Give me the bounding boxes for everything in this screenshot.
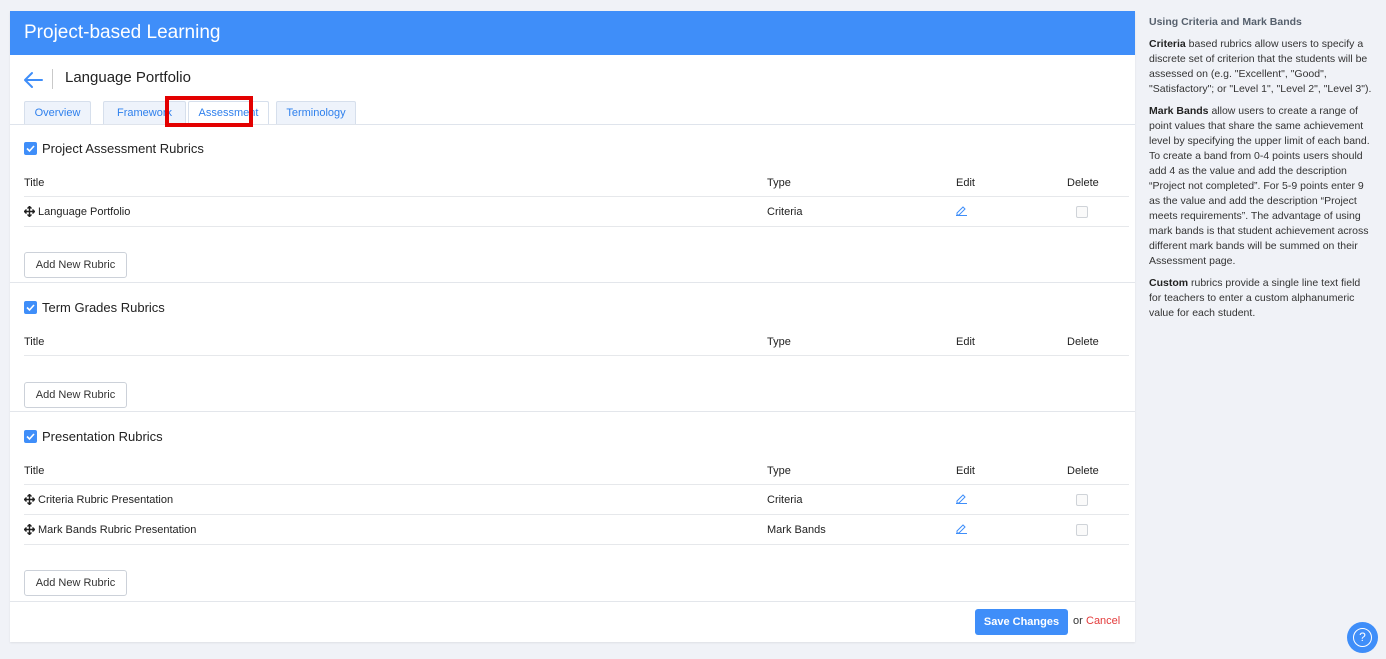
section-checkbox[interactable] xyxy=(24,301,37,314)
section-checkbox[interactable] xyxy=(24,142,37,155)
drag-handle-icon[interactable] xyxy=(24,494,35,505)
table-row: Criteria Rubric Presentation Criteria xyxy=(24,485,1129,515)
table-header: Title Type Edit Delete xyxy=(24,167,1129,197)
tab-framework[interactable]: Framework xyxy=(103,101,186,125)
table-header: Title Type Edit Delete xyxy=(24,326,1129,356)
rubric-type: Criteria xyxy=(767,494,803,506)
section-presentation: Presentation Rubrics Title Type Edit Del… xyxy=(10,413,1135,601)
delete-checkbox[interactable] xyxy=(1076,524,1088,536)
help-sidebar: Using Criteria and Mark Bands Criteria b… xyxy=(1149,15,1374,328)
add-new-rubric-button[interactable]: Add New Rubric xyxy=(24,570,127,596)
pencil-icon[interactable] xyxy=(956,493,967,504)
column-delete: Delete xyxy=(1067,465,1099,477)
rubric-type: Criteria xyxy=(767,206,803,218)
back-arrow-icon[interactable] xyxy=(23,71,43,89)
column-edit: Edit xyxy=(956,336,975,348)
delete-checkbox[interactable] xyxy=(1076,494,1088,506)
title-divider xyxy=(52,69,53,89)
app-header: Project-based Learning xyxy=(10,11,1135,55)
tab-assessment[interactable]: Assessment xyxy=(188,101,269,125)
help-heading: Using Criteria and Mark Bands xyxy=(1149,16,1302,28)
drag-handle-icon[interactable] xyxy=(24,206,35,217)
pencil-icon[interactable] xyxy=(956,205,967,216)
column-title: Title xyxy=(24,465,45,477)
rubric-title: Language Portfolio xyxy=(38,206,131,218)
add-new-rubric-button[interactable]: Add New Rubric xyxy=(24,382,127,408)
title-bar: Language Portfolio xyxy=(10,66,1135,94)
cancel-link[interactable]: Cancel xyxy=(1086,615,1120,627)
column-edit: Edit xyxy=(956,177,975,189)
rubric-title: Mark Bands Rubric Presentation xyxy=(38,524,197,536)
section-label: Project Assessment Rubrics xyxy=(42,141,204,156)
help-mark-bands: Mark Bands allow users to create a range… xyxy=(1149,104,1374,269)
table-header: Title Type Edit Delete xyxy=(24,455,1129,485)
help-criteria: Criteria based rubrics allow users to sp… xyxy=(1149,37,1374,97)
delete-checkbox[interactable] xyxy=(1076,206,1088,218)
column-type: Type xyxy=(767,465,791,477)
column-delete: Delete xyxy=(1067,177,1099,189)
column-type: Type xyxy=(767,177,791,189)
drag-handle-icon[interactable] xyxy=(24,524,35,535)
rubric-title: Criteria Rubric Presentation xyxy=(38,494,174,506)
section-project-assessment: Project Assessment Rubrics Title Type Ed… xyxy=(10,125,1135,283)
pencil-icon[interactable] xyxy=(956,523,967,534)
column-type: Type xyxy=(767,336,791,348)
add-new-rubric-button[interactable]: Add New Rubric xyxy=(24,252,127,278)
column-title: Title xyxy=(24,177,45,189)
section-checkbox[interactable] xyxy=(24,430,37,443)
column-delete: Delete xyxy=(1067,336,1099,348)
tab-terminology[interactable]: Terminology xyxy=(276,101,356,125)
question-mark-icon: ? xyxy=(1353,628,1372,647)
section-label: Term Grades Rubrics xyxy=(42,300,165,315)
page-title: Language Portfolio xyxy=(65,69,191,86)
mark-bands-text: allow users to create a range of point v… xyxy=(1149,105,1370,267)
or-text: or xyxy=(1073,615,1083,627)
mark-bands-term: Mark Bands xyxy=(1149,105,1209,117)
footer-divider xyxy=(10,601,1135,602)
section-term-grades: Term Grades Rubrics Title Type Edit Dele… xyxy=(10,284,1135,412)
section-label: Presentation Rubrics xyxy=(42,429,163,444)
tab-overview[interactable]: Overview xyxy=(24,101,91,125)
help-button[interactable]: ? xyxy=(1347,622,1378,653)
column-title: Title xyxy=(24,336,45,348)
help-custom: Custom rubrics provide a single line tex… xyxy=(1149,276,1374,321)
table-row: Language Portfolio Criteria xyxy=(24,197,1129,227)
criteria-term: Criteria xyxy=(1149,38,1186,50)
save-changes-button[interactable]: Save Changes xyxy=(975,609,1068,635)
app-title: Project-based Learning xyxy=(24,22,221,43)
rubric-type: Mark Bands xyxy=(767,524,826,536)
main-panel: Project-based Learning Language Portfoli… xyxy=(10,11,1135,642)
column-edit: Edit xyxy=(956,465,975,477)
table-row: Mark Bands Rubric Presentation Mark Band… xyxy=(24,515,1129,545)
custom-term: Custom xyxy=(1149,277,1189,289)
